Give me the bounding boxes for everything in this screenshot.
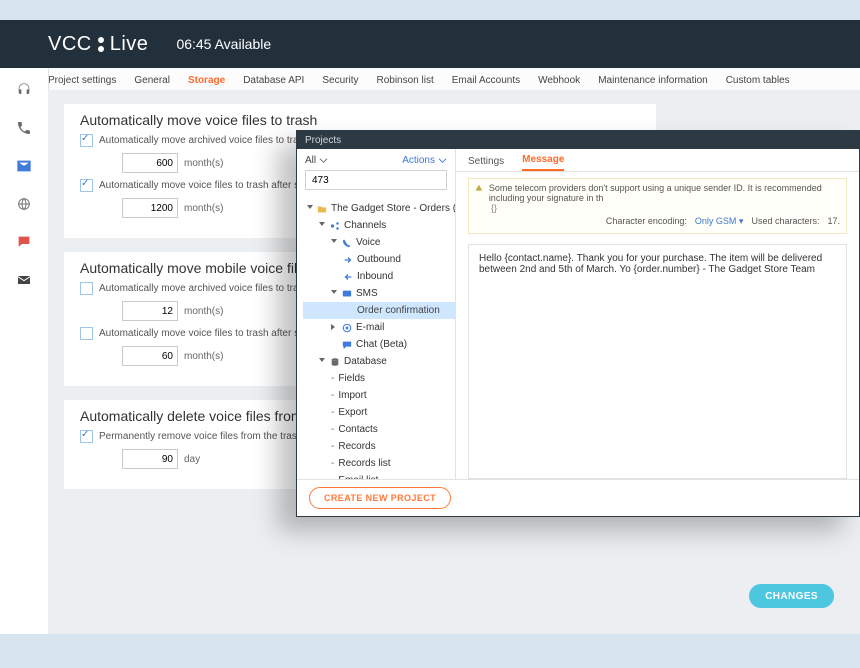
status-text: 06:45 Available	[176, 36, 271, 52]
top-bar: VCC Live 06:45 Available	[0, 20, 860, 68]
tree-chat[interactable]: Chat (Beta)	[303, 336, 455, 353]
del-value-0[interactable]	[122, 449, 178, 469]
rtab-message[interactable]: Message	[522, 154, 564, 171]
headset-icon[interactable]	[16, 82, 32, 98]
globe-icon[interactable]	[16, 196, 32, 212]
tree-sms[interactable]: SMS	[303, 285, 455, 302]
voice-unit-1: month(s)	[184, 203, 223, 214]
chat-icon	[342, 340, 352, 350]
tree-channels[interactable]: Channels	[303, 217, 455, 234]
tab-database-api[interactable]: Database API	[243, 75, 304, 90]
channels-icon	[330, 221, 340, 231]
db-records[interactable]: -Records	[303, 438, 455, 455]
brand-p2: Live	[110, 33, 149, 56]
warning-text: Some telecom providers don't support usi…	[489, 183, 840, 203]
sms-icon	[342, 289, 352, 299]
tab-security[interactable]: Security	[322, 75, 358, 90]
tree-voice[interactable]: Voice	[303, 234, 455, 251]
mobile-unit-0: month(s)	[184, 306, 223, 317]
at-icon	[342, 323, 352, 333]
warning-icon	[475, 183, 483, 193]
tab-general[interactable]: General	[134, 75, 170, 90]
chevron-down-icon	[438, 156, 447, 165]
project-tree: The Gadget Store - Orders (473) Channels…	[297, 196, 455, 479]
left-rail	[0, 68, 49, 634]
db-import[interactable]: -Import	[303, 387, 455, 404]
voice-check-0[interactable]	[80, 134, 93, 147]
folder-icon	[317, 204, 327, 214]
db-export[interactable]: -Export	[303, 404, 455, 421]
mobile-value-1[interactable]	[122, 346, 178, 366]
right-tabs: Settings Message	[456, 149, 859, 172]
encoding-select[interactable]: Only GSM ▾	[695, 216, 744, 227]
top-tabs: Project settings General Storage Databas…	[0, 68, 860, 91]
colon-icon	[98, 46, 104, 52]
mobile-unit-1: month(s)	[184, 351, 223, 362]
mobile-check-1[interactable]	[80, 327, 93, 340]
tree-inbound[interactable]: Inbound	[303, 268, 455, 285]
overlay-footer: CREATE NEW PROJECT	[297, 480, 859, 516]
tree-root[interactable]: The Gadget Store - Orders (473)	[303, 200, 455, 217]
voice-check-1[interactable]	[80, 179, 93, 192]
tab-robinson-list[interactable]: Robinson list	[376, 75, 433, 90]
voice-value-0[interactable]	[122, 153, 178, 173]
mobile-check-0[interactable]	[80, 282, 93, 295]
arrow-right-icon	[343, 255, 353, 265]
message-body[interactable]: Hello {contact.name}. Thank you for your…	[468, 244, 847, 479]
app-window: VCC Live 06:45 Available Project setting…	[0, 20, 860, 634]
db-records-list[interactable]: -Records list	[303, 455, 455, 472]
projects-overlay: Projects All Actions	[296, 130, 860, 517]
tree-database[interactable]: Database	[303, 353, 455, 370]
changes-button[interactable]: CHANGES	[749, 584, 834, 608]
chat-alert-icon[interactable]	[16, 234, 32, 250]
arrow-left-icon	[343, 272, 353, 282]
overlay-left: All Actions The Gadget Store - Orders (4…	[297, 149, 456, 479]
tab-custom-tables[interactable]: Custom tables	[726, 75, 790, 90]
used-label: Used characters:	[751, 216, 819, 227]
db-contacts[interactable]: -Contacts	[303, 421, 455, 438]
voice-unit-0: month(s)	[184, 158, 223, 169]
actions-menu[interactable]: Actions	[402, 155, 447, 166]
tree-outbound[interactable]: Outbound	[303, 251, 455, 268]
warning-box: Some telecom providers don't support usi…	[468, 178, 847, 234]
db-fields[interactable]: -Fields	[303, 370, 455, 387]
tree-email[interactable]: E-mail	[303, 319, 455, 336]
tab-maintenance[interactable]: Maintenance information	[598, 75, 708, 90]
search-row	[305, 170, 447, 190]
used-value: 17.	[827, 216, 840, 227]
phone-small-icon	[342, 238, 352, 248]
rtab-settings[interactable]: Settings	[468, 156, 504, 171]
search-input[interactable]	[310, 172, 446, 188]
mobile-value-0[interactable]	[122, 301, 178, 321]
mail-dark-icon[interactable]	[16, 272, 32, 288]
database-icon	[330, 357, 340, 367]
phone-icon[interactable]	[16, 120, 32, 136]
chevron-down-icon	[319, 156, 328, 165]
overlay-right: Settings Message Some telecom providers …	[456, 149, 859, 479]
tab-project-settings[interactable]: Project settings	[48, 75, 116, 90]
brand-p1: VCC	[48, 33, 92, 56]
tree-order-confirmation[interactable]: Order confirmation	[303, 302, 455, 319]
db-email-list[interactable]: -Email list	[303, 472, 455, 479]
card-voice-title: Automatically move voice files to trash	[80, 112, 640, 128]
scope-select[interactable]: All	[305, 155, 328, 166]
tab-email-accounts[interactable]: Email Accounts	[452, 75, 520, 90]
overlay-title: Projects	[297, 131, 859, 149]
del-unit-0: day	[184, 454, 200, 465]
mail-icon[interactable]	[16, 158, 32, 174]
brand-logo: VCC Live	[48, 33, 148, 56]
create-project-button[interactable]: CREATE NEW PROJECT	[309, 487, 451, 509]
tab-webhook[interactable]: Webhook	[538, 75, 580, 90]
voice-value-1[interactable]	[122, 198, 178, 218]
tab-storage[interactable]: Storage	[188, 75, 225, 90]
del-check-0[interactable]	[80, 430, 93, 443]
encoding-label: Character encoding:	[606, 216, 687, 227]
